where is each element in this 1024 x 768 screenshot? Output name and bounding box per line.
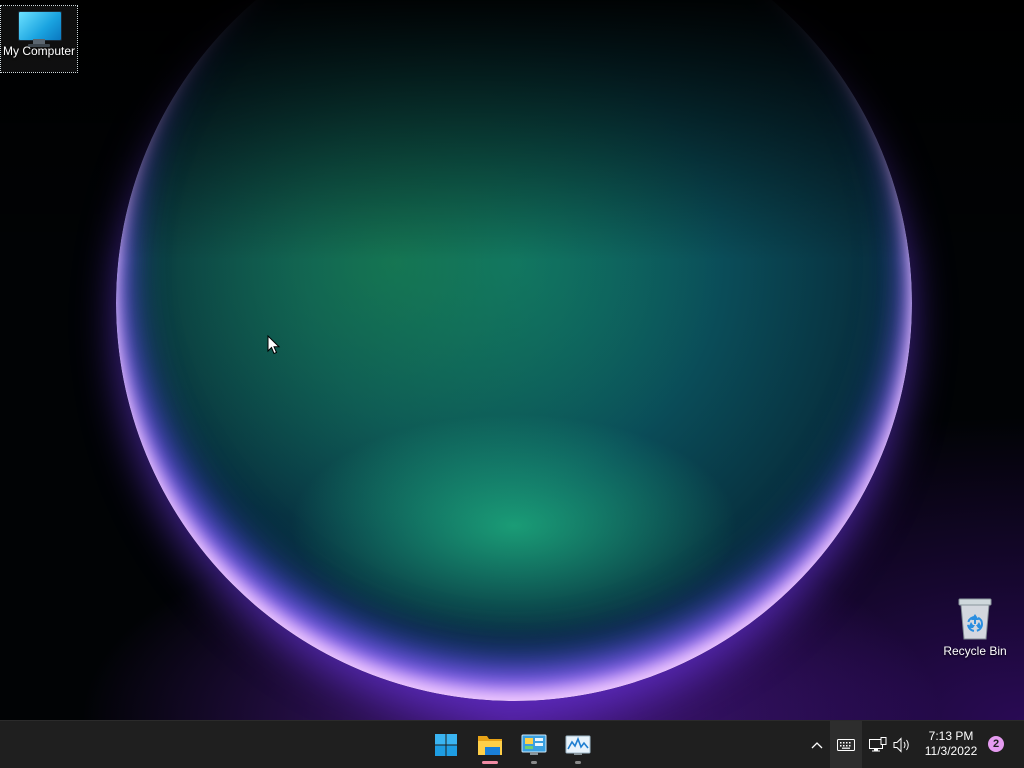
control-panel-icon — [521, 734, 547, 755]
clock-time: 7:13 PM — [928, 729, 974, 743]
taskbar-app-control-panel[interactable] — [514, 725, 554, 765]
desktop-wallpaper — [0, 0, 1024, 720]
desktop-icon-recycle-bin[interactable]: Recycle Bin — [937, 597, 1013, 663]
clock-date: 11/3/2022 — [924, 744, 978, 758]
running-indicator — [575, 761, 581, 764]
mouse-cursor-icon — [267, 335, 281, 355]
chevron-up-icon — [811, 742, 823, 749]
show-hidden-icons-button[interactable] — [806, 729, 828, 761]
touch-keyboard-button[interactable] — [832, 729, 860, 761]
taskbar: 7:13 PM 11/3/2022 — [0, 720, 1024, 768]
volume-button[interactable] — [891, 729, 913, 761]
keyboard-icon — [837, 739, 855, 751]
running-indicator — [482, 761, 498, 764]
network-icon — [869, 737, 887, 752]
performance-chart-icon — [565, 735, 591, 755]
taskbar-app-performance-monitor[interactable] — [558, 725, 598, 765]
clock-button[interactable]: 7:13 PM 11/3/2022 — [920, 729, 982, 759]
desktop-icon-my-computer[interactable]: My Computer — [0, 5, 78, 73]
taskbar-app-file-explorer[interactable] — [470, 725, 510, 765]
running-indicator — [531, 761, 537, 764]
notification-badge[interactable]: 2 — [988, 736, 1004, 752]
windows-start-icon — [435, 734, 457, 756]
network-button[interactable] — [866, 729, 890, 761]
folder-icon — [478, 736, 502, 755]
recycle-bin-icon — [956, 597, 994, 641]
speaker-icon — [893, 737, 909, 753]
monitor-icon — [18, 11, 62, 47]
desktop-icon-label: Recycle Bin — [943, 644, 1007, 658]
start-button[interactable] — [426, 725, 466, 765]
